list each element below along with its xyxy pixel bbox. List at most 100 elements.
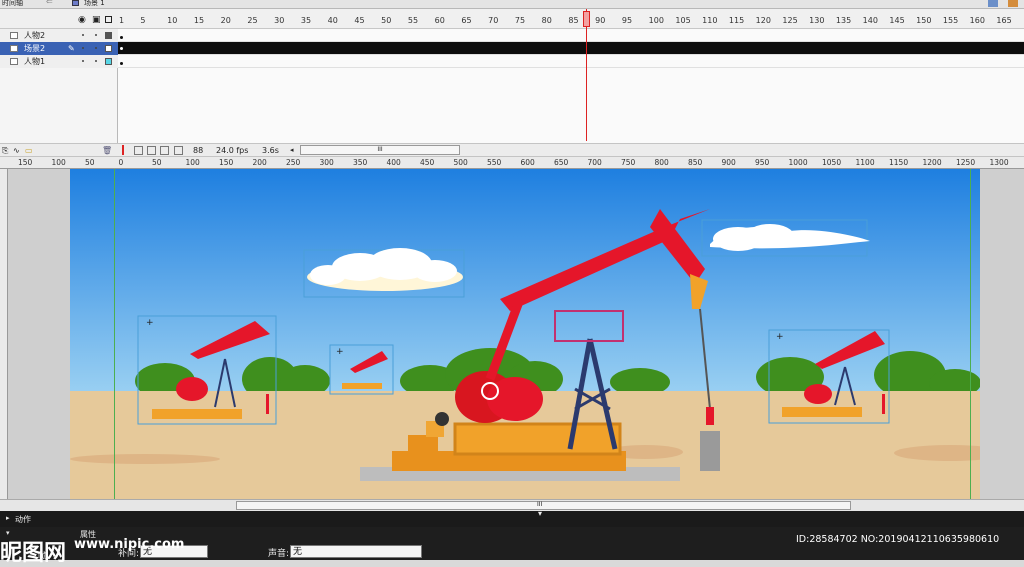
frame-number: 90	[595, 16, 606, 25]
layer-color-swatch[interactable]	[105, 45, 112, 52]
frame-rate[interactable]: 24.0 fps	[216, 146, 248, 155]
properties-panel: ▾ 属性 帧 补间: 无 声音: 无 昵图网 www.nipic.com ID:…	[0, 527, 1024, 566]
keyframe-dot[interactable]	[120, 47, 123, 50]
stage-canvas[interactable]: + + +	[70, 169, 980, 499]
frame-number: 5	[140, 16, 146, 25]
page-icon	[10, 45, 18, 52]
frame-number: 20	[220, 16, 231, 25]
visibility-dot[interactable]	[82, 60, 84, 62]
frame-number: 80	[541, 16, 552, 25]
guide-line-left[interactable]	[114, 169, 115, 499]
scroll-grip: III	[537, 501, 543, 508]
arrow-left-icon[interactable]: ⇐	[46, 0, 53, 6]
add-layer-icon[interactable]: ⎘	[2, 146, 8, 156]
onion-skin-icon[interactable]	[134, 146, 143, 155]
frame-number: 25	[247, 16, 258, 25]
frame-number: 30	[274, 16, 285, 25]
keyframe-dot[interactable]	[120, 36, 123, 39]
ruler-label: 700	[587, 158, 602, 167]
scene-label[interactable]: 场景 1	[84, 0, 105, 8]
frame-ruler[interactable]: 1 5 10 15 20 25 30 35 40 45 50 55 60 65 70 75 80 85 90 95 10…	[118, 9, 1024, 29]
ruler-label: 650	[554, 158, 569, 167]
timeline-panel: ◉ ▣ 人物2 场景2 ✎ 人物1 1 5 10 15 20 25 30 35 40 45 50 55 60 6…	[0, 9, 1024, 143]
layer-color-swatch[interactable]	[105, 58, 112, 65]
timeline-scrollbar[interactable]: III	[300, 145, 460, 155]
center-frame-icon[interactable]	[122, 145, 124, 155]
edit-multiple-icon[interactable]	[160, 146, 169, 155]
frame-number: 1	[119, 16, 125, 25]
frame-number: 95	[621, 16, 633, 25]
layer-name[interactable]: 场景2	[24, 42, 45, 55]
ruler-label: 200	[252, 158, 267, 167]
stage-scrollbar[interactable]: III	[0, 499, 1024, 511]
frame-number: 75	[514, 16, 526, 25]
triangle-right-icon[interactable]: ▸	[6, 514, 10, 522]
frame-row-3[interactable]	[118, 55, 1024, 68]
workspace[interactable]: + + +	[8, 169, 1024, 499]
playhead-line[interactable]	[586, 9, 587, 141]
scroll-thumb[interactable]: III	[236, 501, 851, 510]
outline-icon[interactable]	[105, 16, 112, 23]
playhead-handle[interactable]	[583, 11, 590, 27]
elapsed-time: 3.6s	[262, 146, 279, 155]
frame-row-1[interactable]	[118, 29, 1024, 42]
scene-icon	[72, 0, 79, 6]
collapse-handle-icon[interactable]: ▾	[538, 509, 542, 518]
watermark-id: ID:28584702 NO:20190412110635980610	[796, 534, 1000, 545]
timeline-tab[interactable]: 时间轴	[2, 0, 23, 8]
frame-number: 165	[996, 16, 1012, 25]
frame-number: 10	[167, 16, 178, 25]
frame-number: 155	[942, 16, 959, 25]
layer-name[interactable]: 人物2	[24, 29, 45, 42]
add-folder-icon[interactable]: ▭	[25, 146, 33, 155]
layer-row[interactable]: 人物1	[0, 55, 118, 68]
lock-dot[interactable]	[95, 60, 97, 62]
actions-panel[interactable]: ▸ 动作 ▾	[0, 509, 1024, 527]
pencil-icon: ✎	[68, 44, 75, 53]
frame-number: 130	[809, 16, 825, 25]
keyframe-dot[interactable]	[120, 62, 123, 65]
vertical-ruler	[0, 169, 8, 499]
lock-icon[interactable]: ▣	[92, 15, 101, 25]
ruler-label: 600	[520, 158, 535, 167]
frame-number: 110	[702, 16, 718, 25]
stage-scene[interactable]: + + +	[70, 169, 980, 499]
ruler-label: 950	[755, 158, 770, 167]
current-frame: 88	[193, 146, 204, 155]
frame-number: 85	[568, 16, 579, 25]
ruler-label: 550	[487, 158, 502, 167]
visibility-dot[interactable]	[82, 34, 84, 36]
layer-row[interactable]: 场景2 ✎	[0, 42, 118, 55]
frame-number: 125	[782, 16, 798, 25]
frame-number: 135	[835, 16, 852, 25]
edit-scene-icon[interactable]	[988, 0, 998, 7]
svg-text:+: +	[336, 347, 344, 357]
modify-markers-icon[interactable]	[174, 146, 183, 155]
ruler-label: 750	[621, 158, 636, 167]
layer-name[interactable]: 人物1	[24, 55, 45, 68]
layer-row[interactable]: 人物2	[0, 29, 118, 42]
ruler-label: 100	[185, 158, 200, 167]
add-guide-icon[interactable]: ∿	[13, 146, 20, 155]
frame-number: 65	[461, 16, 472, 25]
frame-number: 115	[728, 16, 745, 25]
layer-color-swatch[interactable]	[105, 32, 112, 39]
frame-number: 105	[675, 16, 691, 25]
sound-select[interactable]: 无	[290, 545, 422, 558]
trash-icon[interactable]: 🗑	[102, 146, 112, 155]
visibility-dot[interactable]	[82, 47, 84, 49]
actions-label[interactable]: 动作	[15, 514, 31, 525]
edit-symbol-icon[interactable]	[1008, 0, 1018, 7]
frame-row-2[interactable]	[118, 42, 1024, 55]
frame-number: 55	[407, 16, 419, 25]
onion-outline-icon[interactable]	[147, 146, 156, 155]
svg-text:+: +	[146, 318, 154, 328]
scroll-left-icon[interactable]: ◂	[290, 146, 294, 154]
guide-line-right[interactable]	[970, 169, 971, 499]
lock-dot[interactable]	[95, 34, 97, 36]
eye-icon[interactable]: ◉	[78, 15, 86, 25]
top-bar: 时间轴 ⇐ 场景 1	[0, 0, 1024, 9]
layer-header: ◉ ▣	[0, 9, 118, 29]
frame-area[interactable]: 1 5 10 15 20 25 30 35 40 45 50 55 60 65 70 75 80 85 90 95 10…	[118, 9, 1024, 143]
lock-dot[interactable]	[95, 47, 97, 49]
